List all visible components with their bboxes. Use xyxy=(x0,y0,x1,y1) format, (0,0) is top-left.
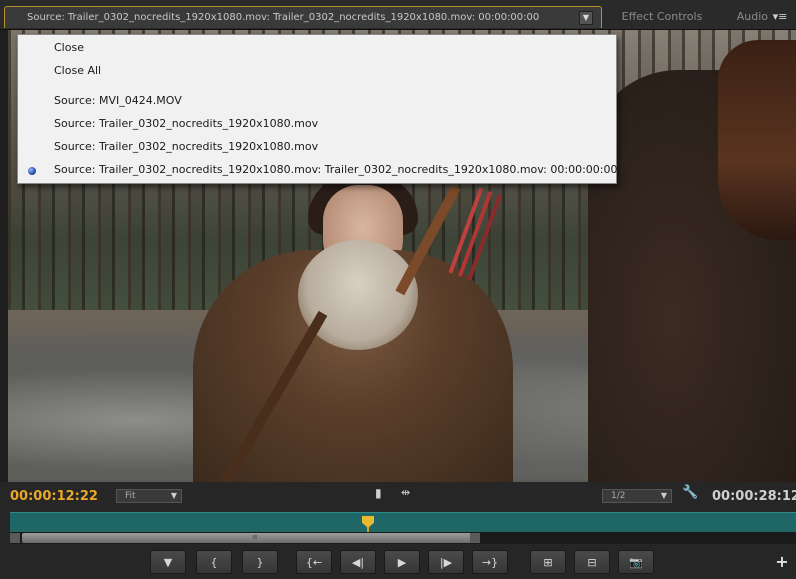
menu-item-source[interactable]: Source: Trailer_0302_nocredits_1920x1080… xyxy=(54,140,318,156)
add-marker-button[interactable]: ▼ xyxy=(150,550,186,574)
menu-item-close-all[interactable]: Close All xyxy=(54,64,101,80)
grip-icon: ≡ xyxy=(252,533,258,541)
chevron-down-icon: ▼ xyxy=(170,491,177,500)
playback-resolution-select[interactable]: 1/2 ▼ xyxy=(602,489,672,503)
zoom-fit-select[interactable]: Fit ▼ xyxy=(116,489,182,503)
selected-radio-icon xyxy=(28,167,36,175)
chevron-down-icon: ▼ xyxy=(660,491,667,500)
scrollbar-thumb[interactable]: ≡ xyxy=(22,533,478,543)
tab-audio[interactable]: Audio xyxy=(720,10,768,28)
go-to-in-button[interactable]: {← xyxy=(296,550,332,574)
mark-in-button[interactable]: { xyxy=(196,550,232,574)
mark-out-button[interactable]: } xyxy=(242,550,278,574)
video-person-right-hair xyxy=(718,40,796,240)
tab-source-monitor[interactable]: Source: Trailer_0302_nocredits_1920x1080… xyxy=(4,6,602,28)
zoom-fit-label: Fit xyxy=(125,491,136,501)
panel-menu-icon[interactable]: ▾≡ xyxy=(772,10,788,24)
tab-effect-controls[interactable]: Effect Controls xyxy=(608,10,716,28)
settings-wrench-icon[interactable]: 🔧 xyxy=(682,485,698,503)
duration-timecode: 00:00:28:12 xyxy=(712,489,796,504)
timeline-ruler[interactable] xyxy=(10,512,796,533)
export-frame-button[interactable]: 📷 xyxy=(618,550,654,574)
menu-item-source-selected[interactable]: Source: Trailer_0302_nocredits_1920x1080… xyxy=(54,163,617,179)
overwrite-button[interactable]: ⊟ xyxy=(574,550,610,574)
drag-video-icon[interactable]: ⇹ xyxy=(401,486,415,502)
current-timecode[interactable]: 00:00:12:22 xyxy=(10,489,98,504)
step-back-button[interactable]: ◀| xyxy=(340,550,376,574)
menu-item-source[interactable]: Source: Trailer_0302_nocredits_1920x1080… xyxy=(54,117,318,133)
scrollbar-right-handle[interactable] xyxy=(470,533,480,543)
playhead-icon[interactable] xyxy=(362,516,374,528)
zoom-scrollbar[interactable]: ≡ xyxy=(10,532,796,544)
panel-tab-bar: Source: Trailer_0302_nocredits_1920x1080… xyxy=(0,0,796,30)
insert-button[interactable]: ⊞ xyxy=(530,550,566,574)
scrollbar-left-handle[interactable] xyxy=(10,533,20,543)
add-button-icon[interactable]: + xyxy=(774,554,790,570)
source-dropdown-button[interactable]: ▼ xyxy=(579,10,593,25)
go-to-out-button[interactable]: →} xyxy=(472,550,508,574)
source-dropdown-menu: Close Close All Source: MVI_0424.MOV Sou… xyxy=(17,34,617,184)
play-button[interactable]: ▶ xyxy=(384,550,420,574)
menu-item-close[interactable]: Close xyxy=(54,41,84,57)
marker-icon[interactable]: ▮ xyxy=(375,486,385,502)
menu-item-source[interactable]: Source: MVI_0424.MOV xyxy=(54,94,182,110)
transport-controls: ▼ { } {← ◀| ▶ |▶ →} ⊞ ⊟ 📷 + xyxy=(0,550,796,576)
source-tab-label: Source: Trailer_0302_nocredits_1920x1080… xyxy=(27,12,540,23)
resolution-label: 1/2 xyxy=(611,491,626,501)
monitor-controls: 00:00:12:22 Fit ▼ ▮ ⇹ 1/2 ▼ 🔧 00:00:28:1… xyxy=(0,482,796,579)
step-forward-button[interactable]: |▶ xyxy=(428,550,464,574)
